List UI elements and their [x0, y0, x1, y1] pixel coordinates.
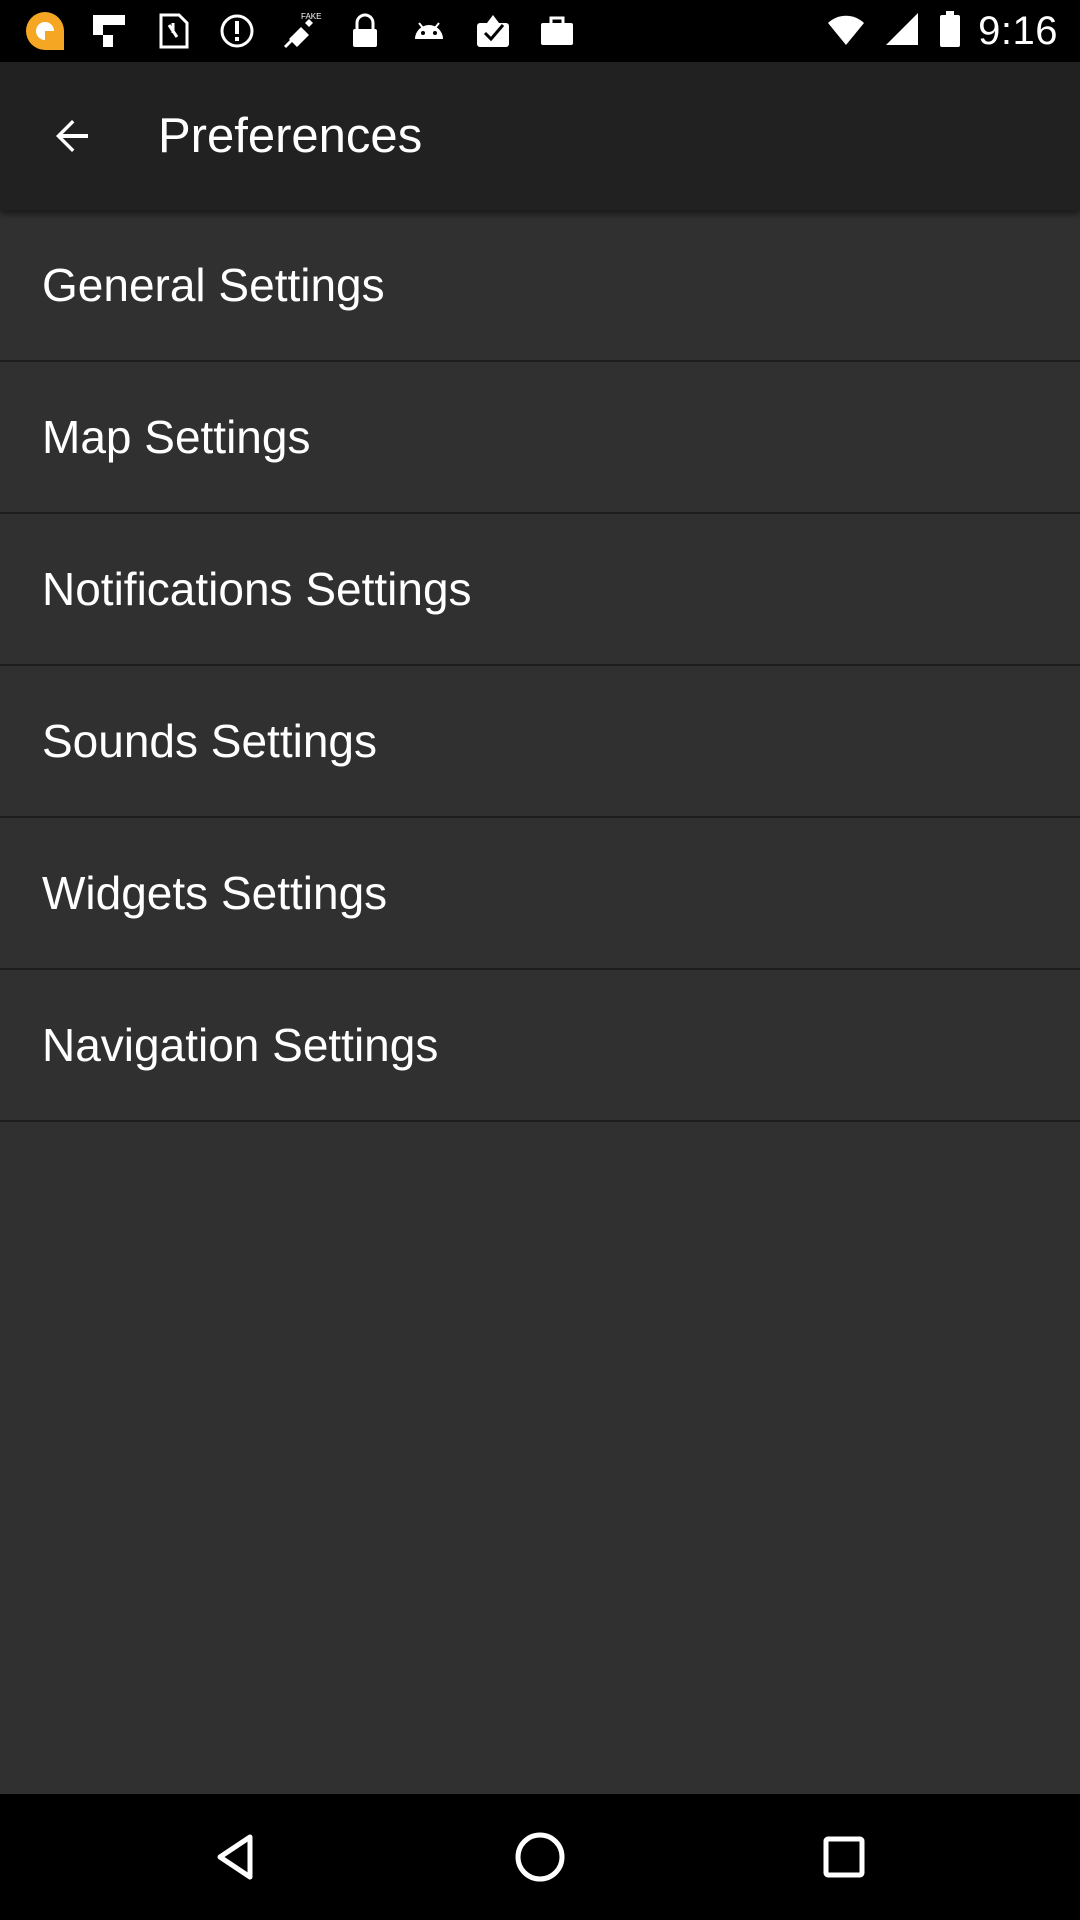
app-bar: Preferences	[0, 62, 1080, 210]
signal-icon	[882, 9, 922, 54]
flipboard-icon	[86, 8, 132, 54]
app-notification-icon	[22, 8, 68, 54]
back-button[interactable]	[24, 88, 120, 184]
list-item-label: Map Settings	[42, 411, 311, 463]
fake-gps-icon: FAKE	[278, 8, 324, 54]
status-bar: FAKE 9:16	[0, 0, 1080, 62]
clipboard-check-icon	[470, 8, 516, 54]
system-nav-bar	[0, 1794, 1080, 1920]
list-item-label: Navigation Settings	[42, 1019, 439, 1071]
svg-text:FAKE: FAKE	[301, 12, 321, 21]
settings-list: General Settings Map Settings Notificati…	[0, 210, 1080, 1122]
android-icon	[406, 8, 452, 54]
list-item-sounds-settings[interactable]: Sounds Settings	[0, 666, 1080, 818]
page-title: Preferences	[158, 109, 423, 163]
battery-icon	[938, 9, 962, 54]
wifi-icon	[826, 9, 866, 54]
alert-icon	[214, 8, 260, 54]
list-item-general-settings[interactable]: General Settings	[0, 210, 1080, 362]
list-item-label: Sounds Settings	[42, 715, 378, 767]
list-item-label: Notifications Settings	[42, 563, 472, 615]
clock: 9:16	[978, 8, 1058, 53]
briefcase-icon	[534, 8, 580, 54]
nav-recents-button[interactable]	[804, 1817, 884, 1897]
lock-icon	[342, 8, 388, 54]
recents-square-icon	[823, 1836, 865, 1878]
arrow-back-icon	[56, 120, 88, 152]
list-item-label: Widgets Settings	[42, 867, 388, 919]
notification-icons: FAKE	[22, 8, 580, 54]
sim-card-icon	[150, 8, 196, 54]
home-circle-icon	[515, 1832, 565, 1882]
nav-home-button[interactable]	[500, 1817, 580, 1897]
list-item-label: General Settings	[42, 259, 385, 311]
list-item-notifications-settings[interactable]: Notifications Settings	[0, 514, 1080, 666]
back-triangle-icon	[217, 1834, 253, 1880]
status-right: 9:16	[826, 0, 1058, 62]
list-item-navigation-settings[interactable]: Navigation Settings	[0, 970, 1080, 1122]
list-item-map-settings[interactable]: Map Settings	[0, 362, 1080, 514]
list-item-widgets-settings[interactable]: Widgets Settings	[0, 818, 1080, 970]
nav-back-button[interactable]	[196, 1817, 276, 1897]
